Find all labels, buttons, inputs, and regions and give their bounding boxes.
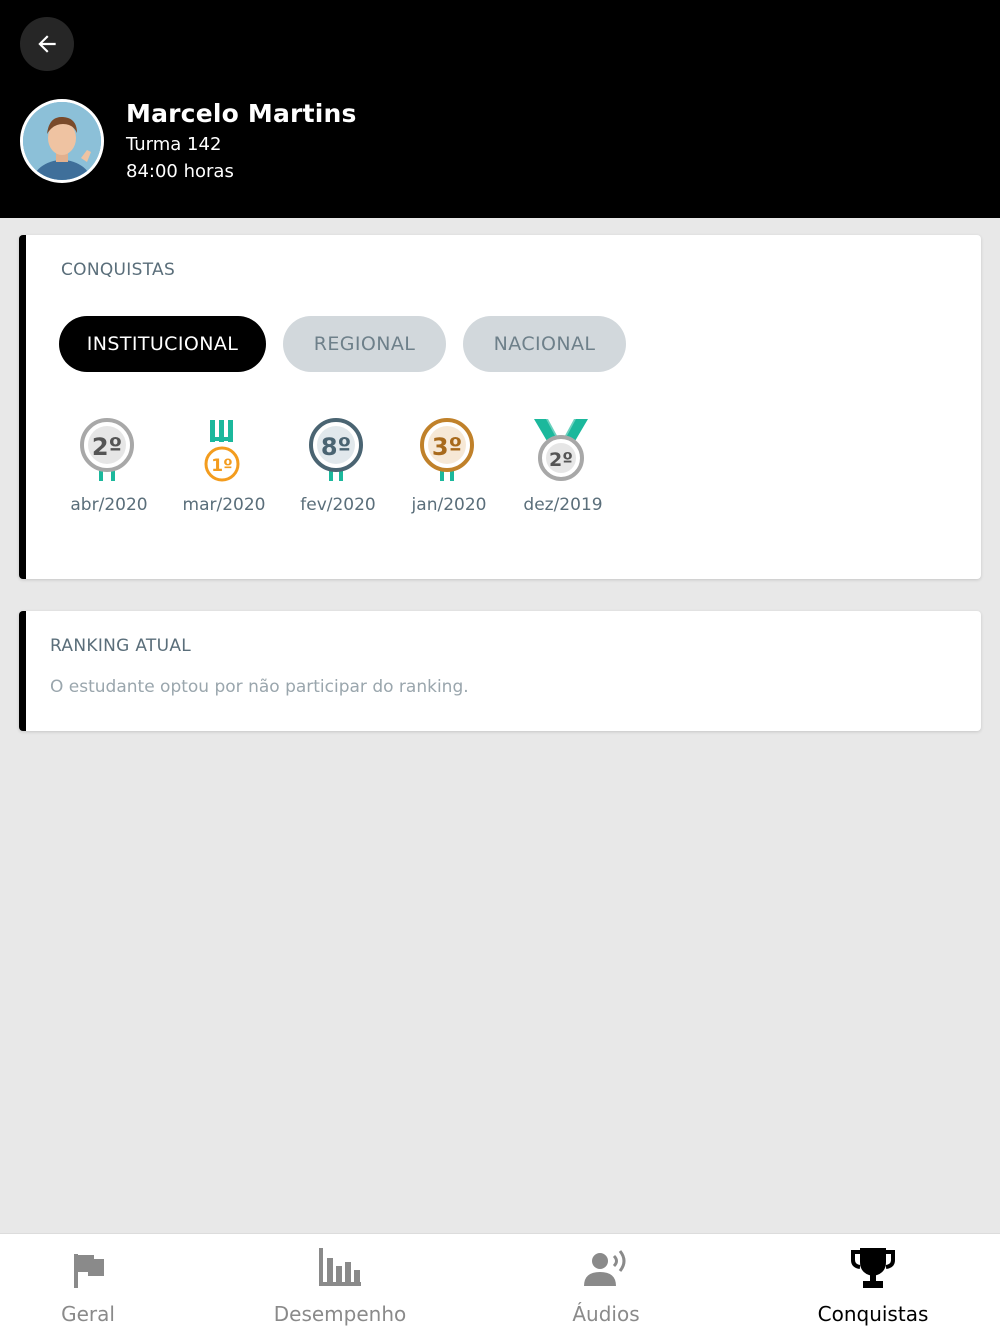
user-name: Marcelo Martins [126,99,357,128]
flag-icon [74,1254,104,1288]
medal-date: abr/2020 [70,495,148,515]
bottom-navigation: Geral Desempenho Áudios Conquistas [0,1233,1000,1334]
ranking-message: O estudante optou por não participar do … [50,677,469,697]
silver-medal-ribbon-icon: 2º [534,419,588,481]
medal-item[interactable]: 2º dez/2019 [518,417,608,527]
back-button[interactable] [20,17,74,71]
tab-nacional[interactable]: NACIONAL [463,316,626,372]
medal-item[interactable]: 8º fev/2020 [293,417,383,527]
nav-item-conquistas[interactable]: Conquistas [798,1234,948,1334]
tab-regional[interactable]: REGIONAL [283,316,446,372]
silver-medal-icon: 2º [80,418,134,481]
nav-label: Áudios [572,1302,640,1326]
medal-item[interactable]: 1º mar/2020 [179,417,269,527]
speaking-person-icon [584,1250,626,1286]
profile-header: Marcelo Martins Turma 142 84:00 horas [0,0,1000,218]
ranking-title: RANKING ATUAL [50,636,192,656]
svg-text:2º: 2º [92,433,122,461]
medal-date: mar/2020 [182,495,266,515]
trophy-icon [851,1248,895,1288]
bar-chart-icon [319,1248,361,1286]
nav-item-geral[interactable]: Geral [18,1234,158,1334]
tab-institucional[interactable]: INSTITUCIONAL [59,316,266,372]
user-hours: 84:00 horas [126,161,234,182]
nav-label: Desempenho [273,1302,407,1326]
user-class: Turma 142 [126,134,222,155]
svg-text:2º: 2º [549,449,573,471]
nav-item-desempenho[interactable]: Desempenho [260,1234,420,1334]
medal-item[interactable]: 3º jan/2020 [404,417,494,527]
achievements-card: CONQUISTAS INSTITUCIONAL REGIONAL NACION… [19,235,981,579]
bronze-medal-icon: 3º [420,418,474,481]
participation-medal-icon: 8º [309,418,363,481]
medal-date: jan/2020 [411,495,487,515]
ranking-card: RANKING ATUAL O estudante optou por não … [19,611,981,731]
svg-text:3º: 3º [432,433,462,461]
svg-text:1º: 1º [211,456,232,476]
medal-date: dez/2019 [523,495,603,515]
arrow-left-icon [38,35,56,53]
nav-label: Geral [61,1302,115,1326]
svg-text:8º: 8º [321,433,351,461]
achievements-title: CONQUISTAS [61,260,176,280]
nav-item-audios[interactable]: Áudios [536,1234,676,1334]
nav-label: Conquistas [817,1302,929,1326]
medal-item[interactable]: 2º abr/2020 [64,417,154,527]
gold-medal-icon: 1º [204,420,240,482]
avatar [20,99,104,183]
